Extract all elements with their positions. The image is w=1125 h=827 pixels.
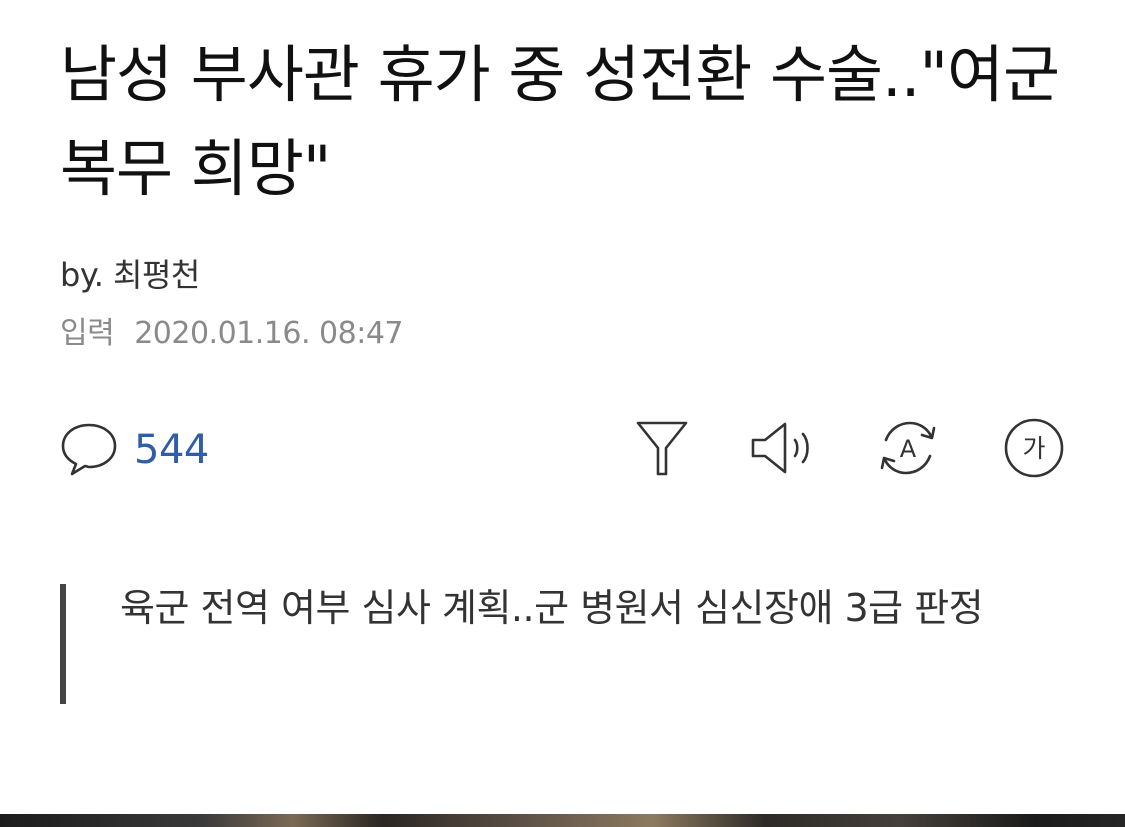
speaker-icon: [749, 420, 815, 480]
font-size-glyph: 가: [1022, 434, 1045, 463]
translate-button[interactable]: A: [876, 418, 940, 482]
article-page: 남성 부사관 휴가 중 성전환 수술.."여군 복무 희망" by. 최평천 입…: [0, 0, 1125, 827]
article-byline[interactable]: by. 최평천: [60, 255, 200, 295]
translate-glyph: A: [900, 435, 917, 463]
article-toolbar: 544 A 가: [60, 418, 1070, 482]
font-size-icon: 가: [1003, 417, 1065, 483]
text-to-speech-button[interactable]: [750, 418, 814, 482]
translate-icon: A: [876, 418, 940, 482]
article-photo[interactable]: [0, 814, 1125, 827]
filter-icon: [634, 418, 690, 482]
subheadline-text: 육군 전역 여부 심사 계획..군 병원서 심신장애 3급 판정: [120, 586, 984, 630]
date-value: 2020.01.16. 08:47: [134, 316, 403, 351]
filter-button[interactable]: [630, 418, 694, 482]
quote-bar: [60, 584, 66, 704]
comment-button[interactable]: 544: [60, 418, 209, 482]
article-title: 남성 부사관 휴가 중 성전환 수술.."여군 복무 희망": [60, 38, 1060, 205]
font-size-button[interactable]: 가: [1002, 418, 1066, 482]
comment-count: 544: [134, 427, 209, 473]
comment-bubble-icon: [60, 419, 118, 481]
date-label: 입력: [60, 316, 115, 351]
article-date: 입력 2020.01.16. 08:47: [60, 314, 403, 354]
